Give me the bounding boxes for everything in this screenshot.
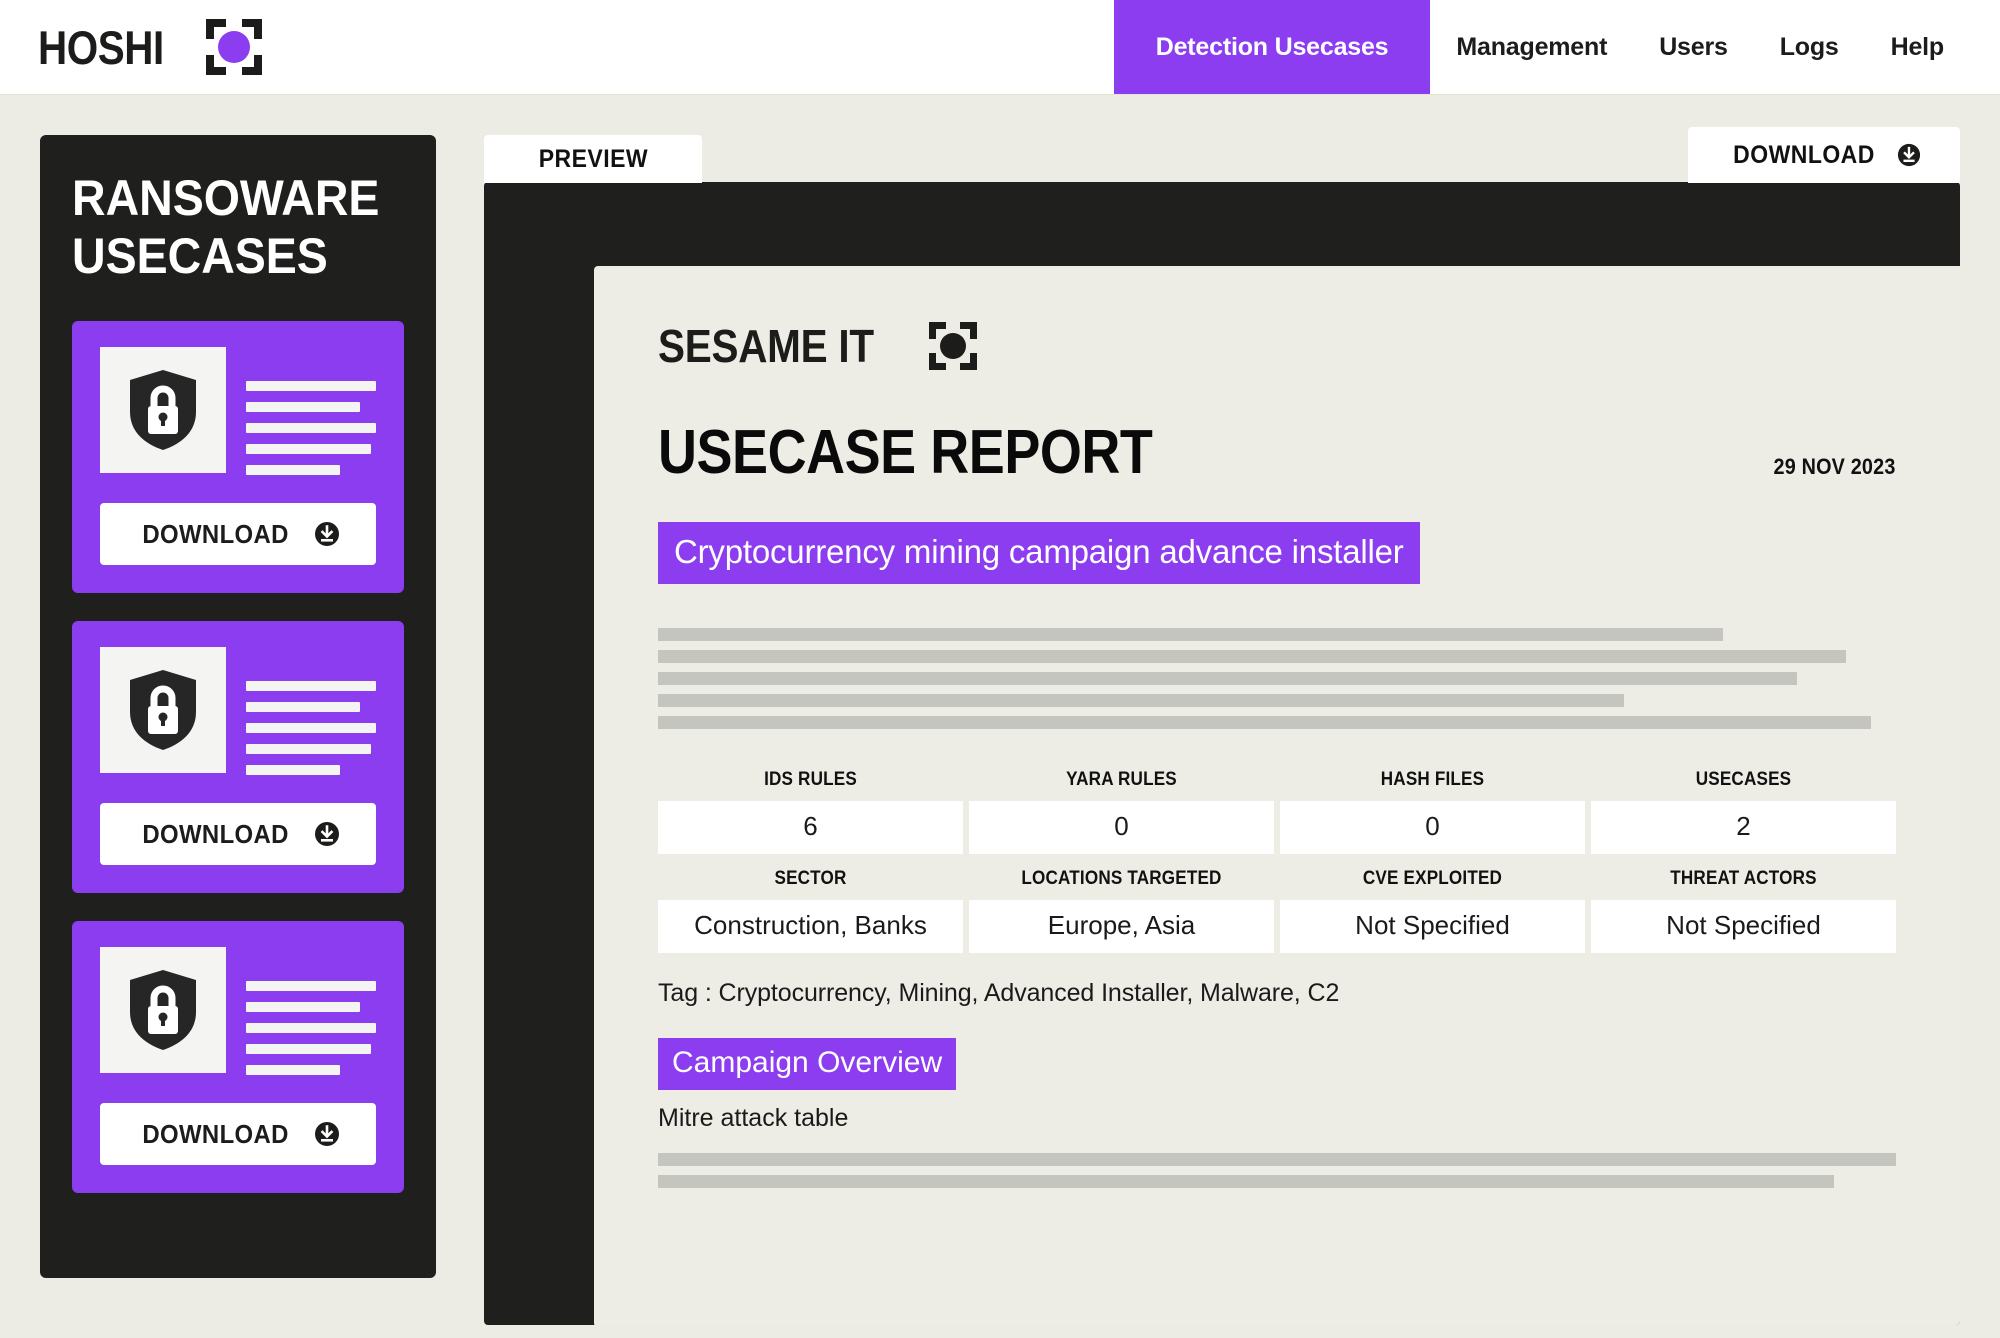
download-button-label: DOWNLOAD [143, 1119, 289, 1150]
nav-item-detection-usecases[interactable]: Detection Usecases [1114, 0, 1431, 94]
shield-lock-icon [126, 668, 200, 752]
tab-download-label: DOWNLOAD [1733, 141, 1875, 170]
nav-item-label: Detection Usecases [1156, 33, 1389, 62]
stats-table-secondary: SECTOR LOCATIONS TARGETED CVE EXPLOITED … [658, 868, 1896, 953]
report-subsection-title: Mitre attack table [658, 1104, 1896, 1133]
nav-item-label: Management [1456, 33, 1607, 62]
stats-value-row: Construction, Banks Europe, Asia Not Spe… [658, 900, 1896, 953]
report-body-placeholder [658, 628, 1896, 729]
stat-value-yara-rules: 0 [969, 801, 1274, 854]
tab-preview-label: PREVIEW [538, 145, 647, 174]
nav-item-label: Logs [1780, 33, 1839, 62]
usecase-card-preview [100, 347, 376, 475]
report-brand-name: SESAME IT [658, 323, 874, 369]
stats-value-row: 6 0 0 2 [658, 801, 1896, 854]
preview-tabbar: PREVIEW DOWNLOAD [484, 135, 1960, 183]
stat-header-yara-rules: YARA RULES [984, 769, 1259, 791]
tab-download[interactable]: DOWNLOAD [1688, 127, 1960, 183]
usecase-text-placeholder [246, 347, 376, 475]
report-title: USECASE REPORT [658, 422, 1152, 484]
nav-item-label: Users [1659, 33, 1728, 62]
stat-header-cve-exploited: CVE EXPLOITED [1295, 868, 1570, 890]
stat-header-usecases: USECASES [1606, 769, 1881, 791]
download-button[interactable]: DOWNLOAD [100, 803, 376, 865]
usecase-thumbnail [100, 647, 226, 773]
report-footer-placeholder [658, 1153, 1896, 1188]
stat-header-ids-rules: IDS RULES [673, 769, 948, 791]
report-date: 29 NOV 2023 [1774, 454, 1896, 484]
preview-viewport: SESAME IT USECASE REPORT 29 NOV 2023 Cry… [484, 182, 1960, 1325]
nav-item-logs[interactable]: Logs [1754, 0, 1865, 94]
preview-panel: PREVIEW DOWNLOAD SESAME IT [484, 135, 1960, 1338]
download-button[interactable]: DOWNLOAD [100, 503, 376, 565]
download-button[interactable]: DOWNLOAD [100, 1103, 376, 1165]
brand-name: HOSHI [38, 24, 164, 71]
page-body: RANSOWARE USECASES [0, 95, 2000, 1338]
report-section-title: Campaign Overview [658, 1038, 956, 1090]
usecase-card[interactable]: DOWNLOAD [72, 321, 404, 593]
stat-value-locations-targeted: Europe, Asia [969, 900, 1274, 953]
download-circle-icon [314, 521, 340, 547]
sidebar-title: RANSOWARE USECASES [72, 169, 381, 285]
stat-value-hash-files: 0 [1280, 801, 1585, 854]
download-circle-icon [314, 821, 340, 847]
stat-value-ids-rules: 6 [658, 801, 963, 854]
usecase-thumbnail [100, 947, 226, 1073]
stats-header-row: SECTOR LOCATIONS TARGETED CVE EXPLOITED … [658, 868, 1896, 890]
download-circle-icon [314, 1121, 340, 1147]
top-navigation-bar: HOSHI Detection Usecases Management User… [0, 0, 2000, 95]
usecase-card[interactable]: DOWNLOAD [72, 621, 404, 893]
usecase-card-preview [100, 647, 376, 775]
shield-lock-icon [126, 968, 200, 1052]
brand-logo[interactable]: HOSHI [0, 0, 262, 94]
stat-header-sector: SECTOR [673, 868, 948, 890]
nav-item-label: Help [1891, 33, 1944, 62]
usecase-card[interactable]: DOWNLOAD [72, 921, 404, 1193]
nav-item-users[interactable]: Users [1633, 0, 1754, 94]
stat-header-locations-targeted: LOCATIONS TARGETED [984, 868, 1259, 890]
download-circle-icon [1897, 143, 1921, 167]
nav-item-help[interactable]: Help [1865, 0, 2000, 94]
stats-header-row: IDS RULES YARA RULES HASH FILES USECASES [658, 769, 1896, 791]
nav-links: Detection Usecases Management Users Logs… [1114, 0, 2000, 94]
report-brand: SESAME IT [658, 322, 1896, 370]
usecase-report-document: SESAME IT USECASE REPORT 29 NOV 2023 Cry… [594, 266, 1960, 1325]
usecase-text-placeholder [246, 647, 376, 775]
report-headline: Cryptocurrency mining campaign advance i… [658, 522, 1420, 584]
shield-lock-icon [126, 368, 200, 452]
stat-header-hash-files: HASH FILES [1295, 769, 1570, 791]
viewfinder-icon [206, 19, 262, 75]
tab-preview[interactable]: PREVIEW [484, 135, 702, 183]
usecase-card-preview [100, 947, 376, 1075]
report-tag-line: Tag : Cryptocurrency, Mining, Advanced I… [658, 979, 1896, 1008]
stat-value-threat-actors: Not Specified [1591, 900, 1896, 953]
download-button-label: DOWNLOAD [143, 819, 289, 850]
report-title-row: USECASE REPORT 29 NOV 2023 [658, 422, 1896, 484]
sidebar: RANSOWARE USECASES [40, 135, 436, 1278]
viewfinder-icon [929, 322, 977, 370]
stats-table-primary: IDS RULES YARA RULES HASH FILES USECASES… [658, 769, 1896, 854]
usecase-text-placeholder [246, 947, 376, 1075]
stat-value-sector: Construction, Banks [658, 900, 963, 953]
stat-header-threat-actors: THREAT ACTORS [1606, 868, 1881, 890]
stat-value-usecases: 2 [1591, 801, 1896, 854]
usecase-thumbnail [100, 347, 226, 473]
stat-value-cve-exploited: Not Specified [1280, 900, 1585, 953]
nav-item-management[interactable]: Management [1430, 0, 1633, 94]
download-button-label: DOWNLOAD [143, 519, 289, 550]
